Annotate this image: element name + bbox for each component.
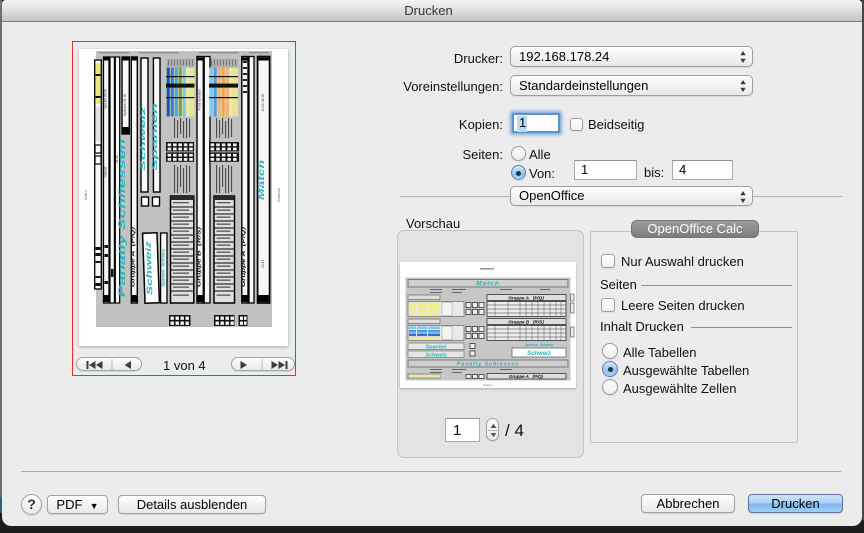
- svg-text:Schweiz: Schweiz: [425, 352, 447, 358]
- svg-text:Spanien Schweiz: Spanien Schweiz: [161, 248, 166, 287]
- svg-text:Match: Match: [256, 160, 266, 200]
- svg-text:Seite 1: Seite 1: [483, 383, 493, 387]
- svg-text:Seite 1: Seite 1: [84, 190, 88, 200]
- svg-text:Gruppe A (P/Q): Gruppe A (P/Q): [509, 374, 544, 379]
- svg-text:Gruppe B (R/S): Gruppe B (R/S): [197, 227, 203, 287]
- svg-text:Schweiz: Schweiz: [140, 105, 147, 171]
- svg-text:Spanien: Spanien: [152, 103, 159, 171]
- svg-text:10:15 08:16: 10:15 08:16: [261, 94, 265, 112]
- svg-text:Panatly Schiessen: Panatly Schiessen: [457, 362, 520, 368]
- svg-text:Schweiz: Schweiz: [143, 241, 154, 295]
- svg-text:Holland: Holland: [103, 166, 107, 177]
- svg-text:Vorwoche: Vorwoche: [277, 188, 281, 202]
- svg-text:Match: Match: [476, 281, 499, 288]
- svg-text:Spielort 08:30: Spielort 08:30: [103, 89, 107, 109]
- svg-text:Spielzeit 05:16: Spielzeit 05:16: [123, 94, 127, 116]
- svg-text:Panatly Schliessen: Panatly Schliessen: [117, 138, 127, 297]
- svg-text:Spanien Schweiz: Spanien Schweiz: [525, 343, 554, 347]
- svg-text:Gruppe A (P/Q): Gruppe A (P/Q): [131, 227, 137, 287]
- svg-text:Gruppe A (P/Q): Gruppe A (P/Q): [508, 295, 544, 300]
- svg-text:Gruppe A (P/Q): Gruppe A (P/Q): [241, 227, 247, 287]
- svg-text:Spanien: Spanien: [426, 344, 448, 350]
- svg-text:13:47: 13:47: [261, 260, 265, 269]
- svg-text:Gruppe B (R/S): Gruppe B (R/S): [508, 319, 544, 324]
- svg-text:Final Spielzeit: Final Spielzeit: [197, 89, 201, 110]
- svg-text:Schweiz: Schweiz: [527, 351, 551, 357]
